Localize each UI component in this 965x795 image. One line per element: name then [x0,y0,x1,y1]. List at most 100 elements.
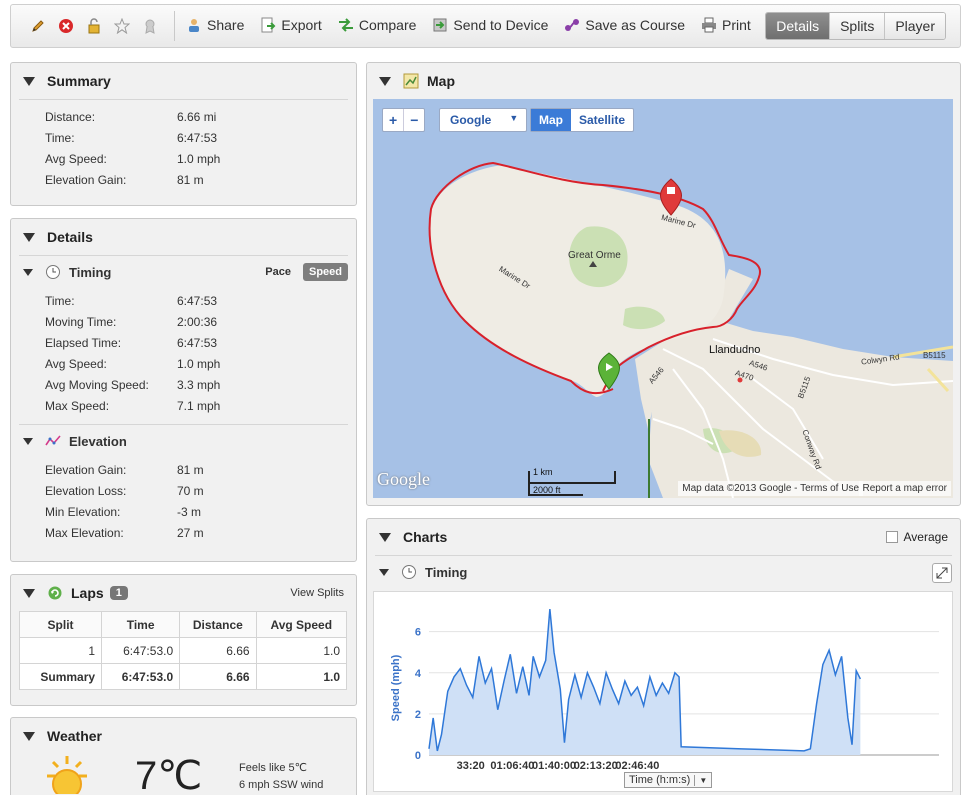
laps-count-badge: 1 [109,586,128,600]
average-checkbox[interactable]: Average [885,530,948,544]
map-provider-label: Google [450,113,492,127]
cell-split: 1 [18,637,103,664]
y-axis-label: Speed (mph) [390,654,402,722]
map-view-button[interactable]: Map [531,109,571,131]
collapse-triangle-icon [23,731,35,741]
print-label: Print [721,17,751,33]
pace-option[interactable]: Pace [259,263,297,281]
col-time[interactable]: Time [101,611,181,638]
timing-row: Elapsed Time: 6:47:53 [11,332,356,353]
col-avg-speed[interactable]: Avg Speed [255,611,348,638]
speed-chart[interactable]: 0 2 4 6 33:20 01:06:40 01:40:00 02:13:20 02:46:4… [373,591,953,792]
view-switcher: Details Splits Player [765,12,946,40]
timing-row: Avg Moving Speed: 3.3 mph [11,374,356,395]
view-splits-link[interactable]: View Splits [290,587,344,599]
attribution-text[interactable]: Map data ©2013 Google - Terms of Use [682,483,859,494]
timing-title: Timing [69,264,112,280]
label-great-orme: Great Orme [568,250,621,261]
timing-key: Avg Moving Speed: [45,377,149,392]
details-header[interactable]: Details [11,219,356,255]
zoom-in-button[interactable]: + [383,109,403,131]
label-llandudno: Llandudno [709,344,761,356]
cell-distance: 6.66 [179,637,257,664]
toolbar-actions: Share Export Compare Send to Device Save… [186,17,751,33]
laps-header[interactable]: Laps 1 View Splits [11,575,356,611]
compare-label: Compare [358,17,417,33]
tab-splits[interactable]: Splits [829,13,885,39]
share-button[interactable]: Share [186,17,244,33]
summary-rows: Distance: 6.66 mi Time: 6:47:53 Avg Speed:… [11,100,356,190]
summary-header[interactable]: Summary [11,63,356,99]
map-header[interactable]: Map [367,63,960,99]
star-icon[interactable] [111,16,133,36]
elevation-key: Max Elevation: [45,525,124,540]
save-as-course-button[interactable]: Save as Course [564,17,685,33]
map-title: Map [427,73,455,89]
award-icon[interactable] [139,16,161,36]
y-tick-label: 6 [415,627,421,639]
cell-summary-label: Summary [18,663,103,690]
summary-key: Time: [45,130,75,145]
laps-table: Split Time Distance Avg Speed 1 6:47:53.… [18,611,348,690]
table-row[interactable]: 1 6:47:53.0 6.66 1.0 [18,637,348,664]
save-as-course-label: Save as Course [585,17,685,33]
expand-icon[interactable] [932,563,952,583]
collapse-triangle-icon [23,588,35,598]
cell-summary-time: 6:47:53.0 [101,663,181,690]
summary-value: 1.0 mph [177,151,221,166]
charts-header[interactable]: Charts Average [367,519,960,555]
collapse-triangle-icon [23,268,33,276]
y-tick-label: 2 [415,709,421,721]
satellite-view-button[interactable]: Satellite [571,109,633,131]
timing-value: 7.1 mph [177,398,221,413]
timing-rows: Time: 6:47:53 Moving Time: 2:00:36 Elapsed… [11,288,356,416]
x-axis-select[interactable]: Time (h:m:s) ▼ [624,772,713,788]
x-tick-label: 33:20 [457,760,485,772]
col-split[interactable]: Split [18,611,103,638]
elevation-key: Elevation Loss: [45,483,127,498]
report-map-error-link[interactable]: Report a map error [858,481,951,496]
speed-chart-svg: 0 2 4 6 33:20 01:06:4001:40:0002:13:2002:46:4… [415,608,939,772]
zoom-out-button[interactable]: − [403,109,424,131]
collapse-triangle-icon [23,76,35,86]
map-provider-select[interactable]: Google ▼ [439,108,528,132]
export-button[interactable]: Export [260,17,322,33]
laps-header-row: Split Time Distance Avg Speed [18,611,348,638]
speed-option[interactable]: Speed [302,263,348,281]
x-axis-select-value: Time (h:m:s) [629,774,691,786]
chart-timing-title: Timing [425,564,468,580]
timing-key: Elapsed Time: [45,335,122,350]
timing-row: Moving Time: 2:00:36 [11,311,356,332]
timing-header[interactable]: Timing Pace Speed [11,256,356,288]
edit-pencil-icon[interactable] [27,16,49,36]
collapse-triangle-icon [379,532,391,542]
toolbar-quick-icons [27,16,161,36]
unlock-icon[interactable] [83,16,105,36]
map-drawing [373,99,953,498]
send-to-device-button[interactable]: Send to Device [432,17,548,33]
share-icon [189,19,199,32]
summary-value: 81 m [177,172,204,187]
map-icon [403,73,419,89]
chart-timing-header[interactable]: Timing [367,556,960,588]
cell-avg-speed: 1.0 [255,637,348,664]
temperature: 7℃ [135,754,203,795]
col-distance[interactable]: Distance [179,611,257,638]
send-to-device-label: Send to Device [453,17,549,33]
delete-icon[interactable] [55,16,77,36]
tab-details[interactable]: Details [766,13,830,39]
sun-icon [39,754,95,795]
map-canvas[interactable]: Great Orme Llandudno Marine Dr Marine Dr… [373,99,953,498]
print-button[interactable]: Print [701,17,751,33]
weather-header[interactable]: Weather [11,718,356,754]
elevation-header[interactable]: Elevation [11,425,356,457]
compare-button[interactable]: Compare [338,17,417,33]
elevation-value: 27 m [177,525,204,540]
toolbar: Share Export Compare Send to Device Save… [10,4,961,48]
summary-value: 6:47:53 [177,130,218,145]
summary-panel: Summary Distance: 6.66 mi Time: 6:47:53 Av… [10,62,357,206]
export-icon [261,17,276,33]
timing-value: 6:47:53 [177,335,218,350]
map-type-toggle: Map Satellite [530,108,635,132]
tab-player[interactable]: Player [884,13,945,39]
